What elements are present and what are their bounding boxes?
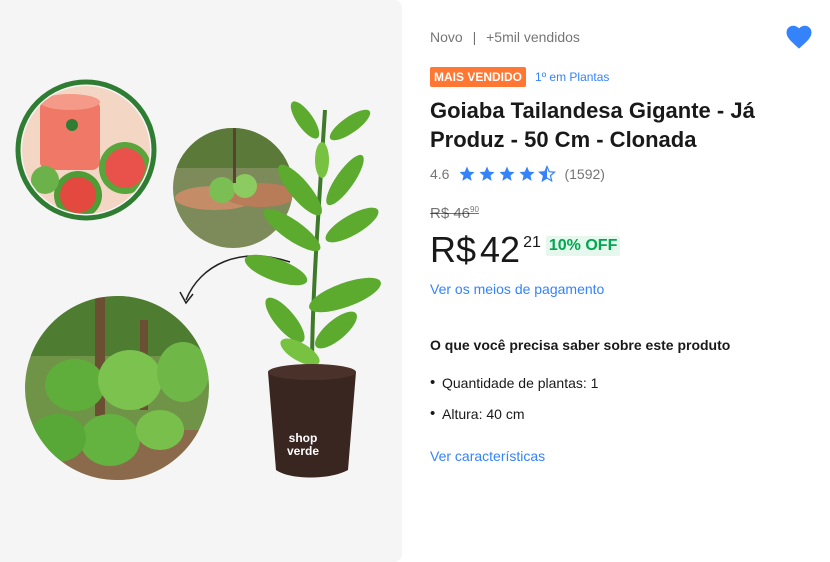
heart-icon[interactable]	[784, 22, 814, 52]
current-price: R$ 42 21 10% OFF	[430, 228, 621, 272]
original-price-cents: 90	[470, 205, 479, 214]
rating-summary[interactable]: 4.6 (1592)	[430, 165, 605, 183]
subtitle-separator: |	[472, 29, 477, 45]
sold-count: +5mil vendidos	[486, 29, 580, 45]
star-icon	[459, 166, 475, 181]
condition-label: Novo	[430, 29, 463, 45]
discount-badge: 10% OFF	[545, 236, 621, 256]
badges-row: MAIS VENDIDO 1º em Plantas	[430, 67, 609, 87]
product-image[interactable]: shop verde	[0, 0, 402, 562]
category-ranking-link[interactable]: 1º em Plantas	[535, 70, 609, 84]
original-price: R$ 4690	[430, 205, 479, 222]
rating-value: 4.6	[430, 166, 450, 182]
svg-text:shop: shop	[289, 431, 318, 445]
list-item: Quantidade de plantas: 1	[430, 374, 598, 391]
product-image-gallery[interactable]: shop verde	[0, 0, 402, 562]
star-icon	[479, 166, 495, 181]
list-item: Altura: 40 cm	[430, 405, 598, 422]
best-seller-badge: MAIS VENDIDO	[430, 67, 527, 87]
payment-methods-link[interactable]: Ver os meios de pagamento	[430, 281, 604, 297]
price-integer: 42	[480, 229, 521, 270]
rating-stars	[458, 165, 558, 183]
characteristics-link[interactable]: Ver características	[430, 448, 545, 464]
star-icon	[499, 166, 515, 181]
product-subtitle: Novo | +5mil vendidos	[430, 29, 580, 45]
product-title: Goiaba Tailandesa Gigante - Já Produz - …	[430, 98, 755, 152]
price-currency: R$	[430, 229, 477, 270]
rating-count: (1592)	[564, 166, 605, 182]
highlights-list: Quantidade de plantas: 1 Altura: 40 cm	[430, 374, 598, 437]
original-price-label: R$ 46	[430, 205, 471, 222]
star-half-icon	[538, 165, 557, 183]
svg-text:verde: verde	[287, 444, 319, 458]
highlights-heading: O que você precisa saber sobre este prod…	[430, 337, 731, 353]
star-icon	[519, 166, 535, 181]
price-cents: 21	[523, 234, 541, 251]
